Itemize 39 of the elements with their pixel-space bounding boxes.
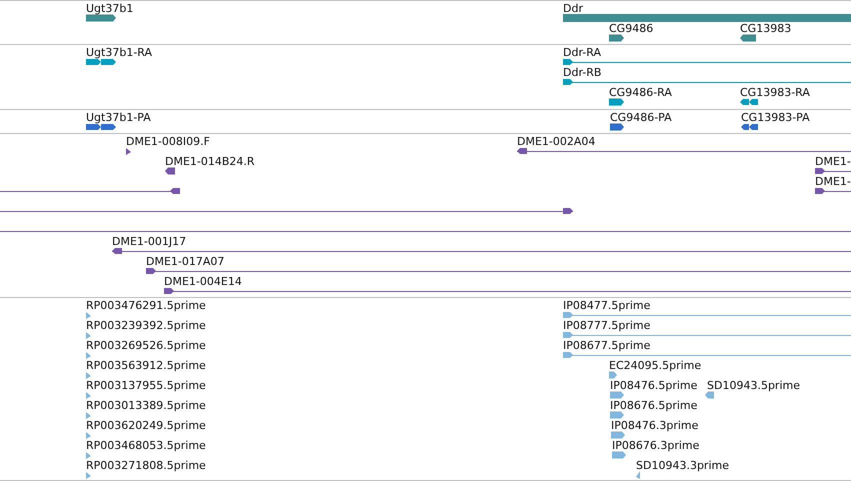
feature-label: Ddr — [563, 2, 583, 15]
feature-label: DME1-017A07 — [146, 255, 224, 268]
feature-label: CG13983-PA — [741, 111, 810, 124]
feature-label: Ugt37b1-RA — [86, 46, 152, 59]
feature-label: IP08676.3prime — [612, 439, 700, 452]
feature-label: RP003271808.5prime — [86, 459, 206, 472]
feature-label: IP08477.5prime — [563, 299, 650, 312]
feature-label: DME1-004E14 — [164, 275, 242, 288]
feature-label: IP08476.3prime — [611, 419, 698, 432]
feature-label: RP003468053.5prime — [86, 439, 206, 452]
feature-label: Ugt37b1-PA — [86, 111, 151, 124]
feature-label: RP003269526.5prime — [86, 339, 206, 352]
feature-label: Ugt37b1 — [86, 2, 134, 15]
feature-label: RP003137955.5prime — [86, 379, 206, 392]
feature-label: CG9486 — [609, 22, 654, 35]
feature-label: CG13983-RA — [740, 86, 810, 99]
feature-label: RP003013389.5prime — [86, 399, 206, 412]
feature-label: IP08476.5prime — [610, 379, 698, 392]
feature-label: RP003476291.5prime — [86, 299, 206, 312]
feature-label: RP003620249.5prime — [86, 419, 206, 432]
feature-label: DME1-001J17 — [112, 235, 186, 248]
feature-label: DME1-002A04 — [517, 135, 596, 148]
feature-label: DME1-008I09.F — [126, 135, 210, 148]
feature-label: SD10943.3prime — [636, 459, 729, 472]
feature-label: CG9486-RA — [609, 86, 672, 99]
feature-label: RP003563912.5prime — [86, 359, 206, 372]
feature-label: SD10943.5prime — [707, 379, 800, 392]
feature-label: Ddr-RB — [563, 66, 602, 79]
feature-label: DME1- — [815, 155, 851, 168]
feature-label: CG13983 — [740, 22, 792, 35]
feature-label: RP003239392.5prime — [86, 319, 206, 332]
feature-label: Ddr-RA — [563, 46, 601, 59]
feature-label: EC24095.5prime — [609, 359, 702, 372]
feature-label: IP08677.5prime — [563, 339, 650, 352]
feature-label: IP08676.5prime — [610, 399, 698, 412]
feature-label: DME1-014B24.R — [165, 155, 255, 168]
feature-label: IP08777.5prime — [563, 319, 650, 332]
feature-label: DME1- — [815, 175, 851, 188]
feature-label: CG9486-PA — [610, 111, 672, 124]
